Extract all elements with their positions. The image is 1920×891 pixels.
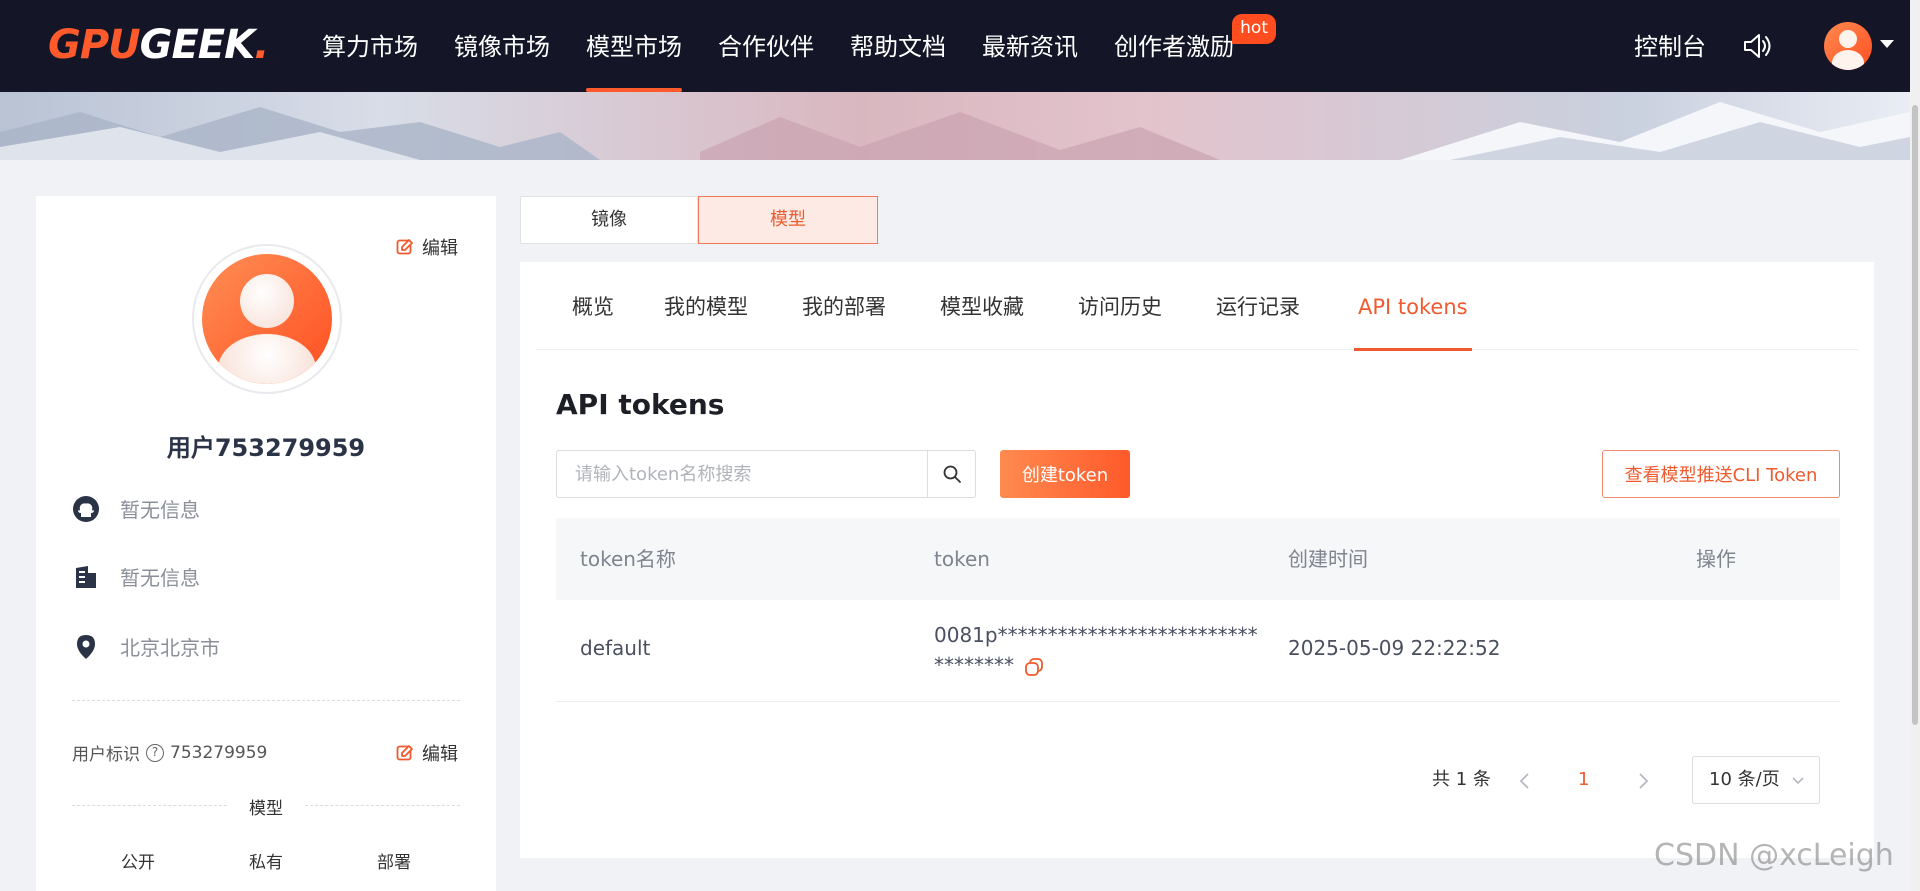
- column-header-token: token: [934, 547, 990, 571]
- column-header-created: 创建时间: [1288, 547, 1368, 571]
- edit-icon: [396, 745, 413, 761]
- location-info: 北京北京市: [72, 632, 220, 661]
- column-header-actions: 操作: [1696, 547, 1736, 571]
- tab-overview[interactable]: 概览: [572, 262, 614, 350]
- chevron-left-icon[interactable]: [1518, 772, 1532, 790]
- tab-my-deployments[interactable]: 我的部署: [802, 262, 886, 350]
- user-id-row: 用户标识 ? 753279959: [72, 742, 268, 766]
- tab-model-favorites[interactable]: 模型收藏: [940, 262, 1024, 350]
- view-cli-token-button[interactable]: 查看模型推送CLI Token: [1602, 450, 1840, 498]
- chevron-down-icon[interactable]: [1880, 40, 1894, 48]
- chevron-down-icon: [1792, 777, 1804, 785]
- gpugeek-logo[interactable]: GPUGEEK.: [48, 22, 269, 68]
- segment-mirror[interactable]: 镜像: [520, 196, 698, 244]
- copy-icon[interactable]: [1024, 657, 1044, 677]
- github-icon: [73, 495, 99, 522]
- watermark: CSDN @xcLeigh: [1654, 838, 1894, 873]
- page-size-select[interactable]: 10 条/页: [1692, 756, 1820, 804]
- search-button[interactable]: [927, 451, 975, 497]
- github-info: 暂无信息: [72, 494, 200, 523]
- nav-item-help-docs[interactable]: 帮助文档: [850, 0, 946, 92]
- tab-access-history[interactable]: 访问历史: [1078, 262, 1162, 350]
- user-avatar[interactable]: [1824, 22, 1872, 70]
- main-panel: 概览 我的模型 我的部署 模型收藏 访问历史 运行记录 API tokens A…: [520, 262, 1874, 858]
- profile-avatar[interactable]: [192, 244, 342, 394]
- search-icon: [943, 465, 961, 483]
- stat-private[interactable]: 私有: [226, 848, 306, 873]
- nav-item-label: 创作者激励: [1114, 33, 1234, 61]
- console-link[interactable]: 控制台: [1634, 0, 1706, 94]
- mountain-banner: [0, 92, 1910, 160]
- nav-item-compute-market[interactable]: 算力市场: [322, 0, 418, 92]
- help-icon[interactable]: ?: [146, 743, 164, 762]
- page-title: API tokens: [556, 388, 725, 421]
- top-navbar: GPUGEEK. 算力市场 镜像市场 模型市场 合作伙伴 帮助文档 最新资讯 创…: [0, 0, 1910, 92]
- model-tabs: 概览 我的模型 我的部署 模型收藏 访问历史 运行记录 API tokens: [536, 262, 1858, 351]
- table-row: default 0081p***************************…: [556, 600, 1840, 702]
- edit-profile-link[interactable]: 编辑: [396, 234, 458, 260]
- segment-model[interactable]: 模型: [698, 196, 878, 244]
- nav-item-creator-incentive[interactable]: 创作者激励 hot: [1114, 0, 1276, 92]
- nav-item-image-market[interactable]: 镜像市场: [454, 0, 550, 92]
- edit-user-id-link[interactable]: 编辑: [396, 740, 458, 766]
- tokens-table: token名称 token 创建时间 操作 default 0081p*****…: [556, 518, 1840, 702]
- tab-my-models[interactable]: 我的模型: [664, 262, 748, 350]
- token-search: [556, 450, 976, 498]
- stat-public[interactable]: 公开: [98, 848, 178, 873]
- create-token-button[interactable]: 创建token: [1000, 450, 1130, 498]
- tab-run-records[interactable]: 运行记录: [1216, 262, 1300, 350]
- chevron-right-icon[interactable]: [1636, 772, 1650, 790]
- token-value-cell: 0081p**********************************: [934, 620, 1264, 680]
- company-info: 暂无信息: [72, 562, 200, 591]
- token-value: 0081p**********************************: [934, 623, 1258, 677]
- profile-username: 用户753279959: [166, 434, 366, 462]
- search-input[interactable]: [557, 451, 927, 497]
- edit-icon: [396, 239, 413, 255]
- token-name: default: [580, 636, 651, 660]
- scrollbar-thumb[interactable]: [1912, 105, 1918, 725]
- tab-api-tokens[interactable]: API tokens: [1354, 262, 1472, 351]
- hot-badge: hot: [1232, 14, 1276, 44]
- stat-deploy[interactable]: 部署: [354, 848, 434, 873]
- divider: [72, 700, 460, 701]
- location-pin-icon: [77, 634, 95, 659]
- column-header-name: token名称: [580, 547, 676, 571]
- building-icon: [76, 565, 96, 588]
- table-header: token名称 token 创建时间 操作: [556, 518, 1840, 600]
- model-section-title: 模型: [36, 794, 496, 819]
- token-created-time: 2025-05-09 22:22:52: [1288, 636, 1501, 660]
- profile-card: 编辑 用户753279959 暂无信息 暂无信息 北京北京市 用户标识 ? 75…: [36, 196, 496, 891]
- nav-item-partners[interactable]: 合作伙伴: [718, 0, 814, 92]
- nav-item-news[interactable]: 最新资讯: [982, 0, 1078, 92]
- pagination-total: 共 1 条: [1432, 769, 1491, 790]
- main-nav: 算力市场 镜像市场 模型市场 合作伙伴 帮助文档 最新资讯 创作者激励 hot: [322, 0, 1276, 92]
- mountain-illustration: [0, 102, 1910, 160]
- pagination-page-1[interactable]: 1: [1578, 756, 1589, 804]
- nav-item-model-market[interactable]: 模型市场: [586, 0, 682, 92]
- speaker-icon[interactable]: [1742, 32, 1772, 60]
